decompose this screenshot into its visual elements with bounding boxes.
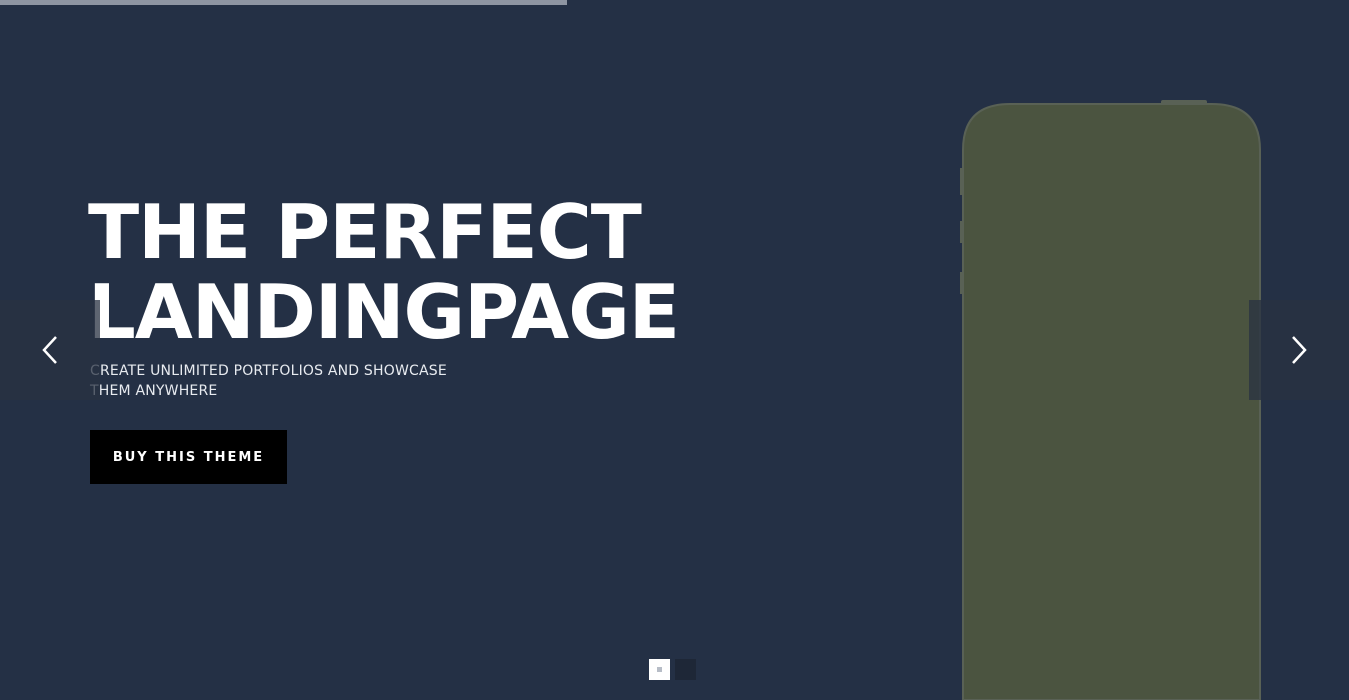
hero-title-line-1: THE PERFECT	[88, 188, 642, 276]
hero-title-line-2: LANDINGPAGE	[88, 268, 680, 356]
chevron-left-icon	[42, 336, 57, 364]
slider-dot-1[interactable]	[649, 659, 670, 680]
slider-prev-button[interactable]	[0, 300, 100, 400]
chevron-right-icon	[1292, 336, 1307, 364]
phone-mockup	[960, 100, 1262, 700]
hero-subtitle-line-2: THEM ANYWHERE	[90, 383, 218, 399]
hero-subtitle: CREATE UNLIMITED PORTFOLIOS AND SHOWCASE…	[90, 361, 490, 401]
buy-theme-button[interactable]: BUY THIS THEME	[90, 430, 287, 484]
slider-next-button[interactable]	[1249, 300, 1349, 400]
phone-mockup-image	[960, 100, 1261, 700]
slider-pagination	[649, 659, 696, 680]
hero-slide: THE PERFECT LANDINGPAGE CREATE UNLIMITED…	[0, 0, 1349, 700]
hero-subtitle-line-1: CREATE UNLIMITED PORTFOLIOS AND SHOWCASE	[90, 363, 447, 379]
hero-title: THE PERFECT LANDINGPAGE	[88, 188, 680, 356]
slider-dot-2[interactable]	[675, 659, 696, 680]
